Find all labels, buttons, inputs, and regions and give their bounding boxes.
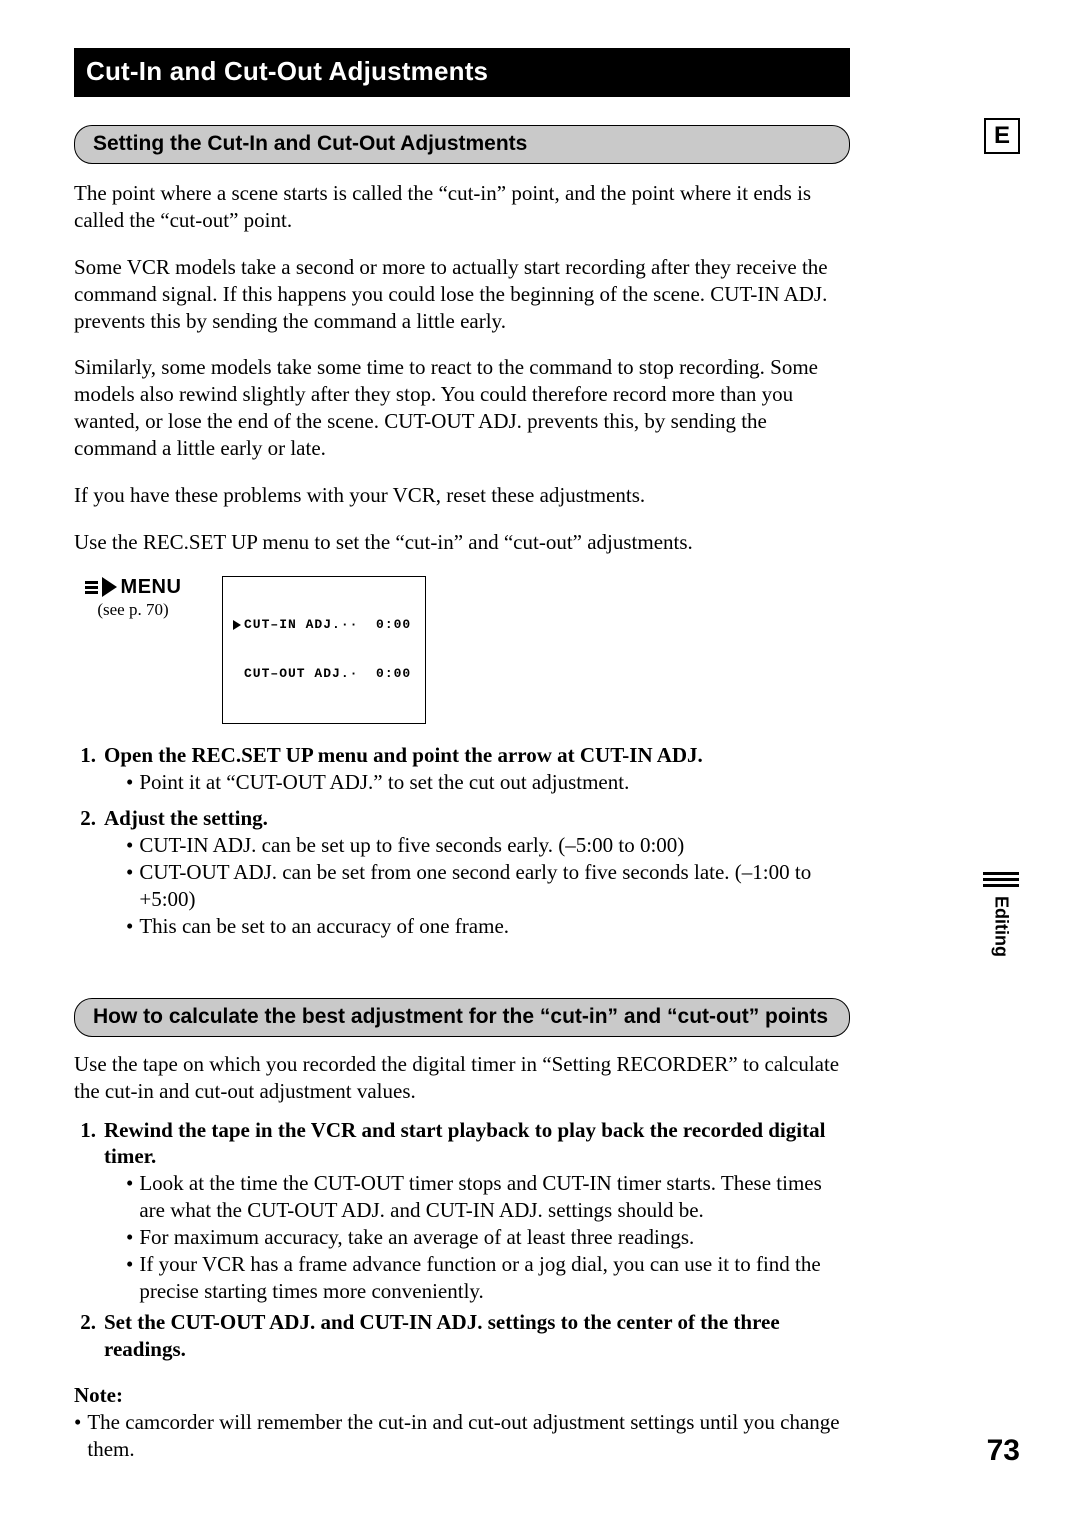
step-2-head: 2. Adjust the setting.: [74, 805, 850, 832]
bullet-icon: •: [126, 859, 133, 913]
section2-body: Use the tape on which you recorded the d…: [74, 1051, 850, 1105]
section-heading-2: How to calculate the best adjustment for…: [74, 998, 850, 1037]
step2-1-bullet: • If your VCR has a frame advance functi…: [126, 1251, 850, 1305]
step-1-head: 1. Open the REC.SET UP menu and point th…: [74, 742, 850, 769]
step-num: 2.: [74, 1309, 96, 1363]
step-head-text: Open the REC.SET UP menu and point the a…: [104, 742, 703, 769]
bullet-icon: •: [126, 1251, 133, 1305]
menu-word: MENU: [121, 576, 182, 599]
para: Use the tape on which you recorded the d…: [74, 1051, 850, 1105]
menu-icon-block: MENU (see p. 70): [74, 576, 192, 620]
section-heading-2-text: How to calculate the best adjustment for…: [93, 1005, 828, 1028]
lcd-line-2: CUT–OUT ADJ.· 0:00: [233, 666, 411, 682]
note-text: The camcorder will remember the cut-in a…: [87, 1409, 850, 1463]
step2-2-head: 2. Set the CUT-OUT ADJ. and CUT-IN ADJ. …: [74, 1309, 850, 1363]
bullet-text: CUT-IN ADJ. can be set up to five second…: [139, 832, 684, 859]
steps-block-2: 1. Rewind the tape in the VCR and start …: [74, 1117, 850, 1363]
note-bullet: • The camcorder will remember the cut-in…: [74, 1409, 850, 1463]
para: Use the REC.SET UP menu to set the “cut-…: [74, 529, 850, 556]
para: If you have these problems with your VCR…: [74, 482, 850, 509]
bullet-text: This can be set to an accuracy of one fr…: [139, 913, 509, 940]
step2-1-bullet: • Look at the time the CUT-OUT timer sto…: [126, 1170, 850, 1224]
lcd-line-1: CUT–IN ADJ.·· 0:00: [233, 617, 411, 633]
step2-1-head: 1. Rewind the tape in the VCR and start …: [74, 1117, 850, 1171]
bullet-text: If your VCR has a frame advance function…: [139, 1251, 850, 1305]
tab-lines-icon: [983, 872, 1019, 890]
note-heading: Note:: [74, 1382, 850, 1409]
menu-icon-row: MENU: [85, 576, 182, 599]
section-heading-1: Setting the Cut-In and Cut-Out Adjustmen…: [74, 125, 850, 164]
see-page-ref: (see p. 70): [97, 600, 168, 620]
section-heading-1-text: Setting the Cut-In and Cut-Out Adjustmen…: [93, 132, 527, 155]
menu-reference-block: MENU (see p. 70) CUT–IN ADJ.·· 0:00 CUT–…: [74, 576, 850, 724]
bullet-text: Point it at “CUT-OUT ADJ.” to set the cu…: [139, 769, 629, 796]
play-icon: [102, 577, 117, 597]
note-block: Note: • The camcorder will remember the …: [74, 1382, 850, 1463]
step-head-text: Set the CUT-OUT ADJ. and CUT-IN ADJ. set…: [104, 1309, 850, 1363]
lcd-box: CUT–IN ADJ.·· 0:00 CUT–OUT ADJ.· 0:00: [222, 576, 426, 724]
step-2-bullet: • This can be set to an accuracy of one …: [126, 913, 850, 940]
steps-block-1: 1. Open the REC.SET UP menu and point th…: [74, 742, 850, 940]
step-1-bullet: • Point it at “CUT-OUT ADJ.” to set the …: [126, 769, 850, 796]
triangle-icon: [233, 620, 241, 630]
page-title: Cut-In and Cut-Out Adjustments: [86, 56, 488, 86]
step-num: 1.: [74, 742, 96, 769]
step-head-text: Rewind the tape in the VCR and start pla…: [104, 1117, 850, 1171]
step2-1-bullet: • For maximum accuracy, take an average …: [126, 1224, 850, 1251]
page-content: Cut-In and Cut-Out Adjustments Setting t…: [74, 48, 850, 1463]
para: Some VCR models take a second or more to…: [74, 254, 850, 335]
lcd-line-1-text: CUT–IN ADJ.·· 0:00: [244, 617, 411, 633]
bullet-icon: •: [126, 769, 133, 796]
para: The point where a scene starts is called…: [74, 180, 850, 234]
step-head-text: Adjust the setting.: [104, 805, 268, 832]
page-title-bar: Cut-In and Cut-Out Adjustments: [74, 48, 850, 97]
bullet-text: Look at the time the CUT-OUT timer stops…: [139, 1170, 850, 1224]
menu-bars-icon: [85, 581, 98, 594]
bullet-icon: •: [126, 832, 133, 859]
bullet-icon: •: [74, 1409, 81, 1463]
side-tab-editing-label: Editing: [991, 896, 1012, 957]
side-tab-e: E: [984, 118, 1020, 154]
bullet-icon: •: [126, 1224, 133, 1251]
side-tab-editing: Editing: [983, 872, 1019, 957]
step-2-bullet: • CUT-OUT ADJ. can be set from one secon…: [126, 859, 850, 913]
step-num: 1.: [74, 1117, 96, 1171]
step-2-bullet: • CUT-IN ADJ. can be set up to five seco…: [126, 832, 850, 859]
section1-body: The point where a scene starts is called…: [74, 180, 850, 556]
page-number: 73: [987, 1434, 1020, 1468]
bullet-icon: •: [126, 1170, 133, 1224]
step-num: 2.: [74, 805, 96, 832]
side-tab-e-label: E: [994, 122, 1010, 150]
bullet-text: CUT-OUT ADJ. can be set from one second …: [139, 859, 850, 913]
lcd-line-2-text: CUT–OUT ADJ.· 0:00: [244, 666, 411, 682]
bullet-icon: •: [126, 913, 133, 940]
para: Similarly, some models take some time to…: [74, 354, 850, 462]
bullet-text: For maximum accuracy, take an average of…: [139, 1224, 694, 1251]
